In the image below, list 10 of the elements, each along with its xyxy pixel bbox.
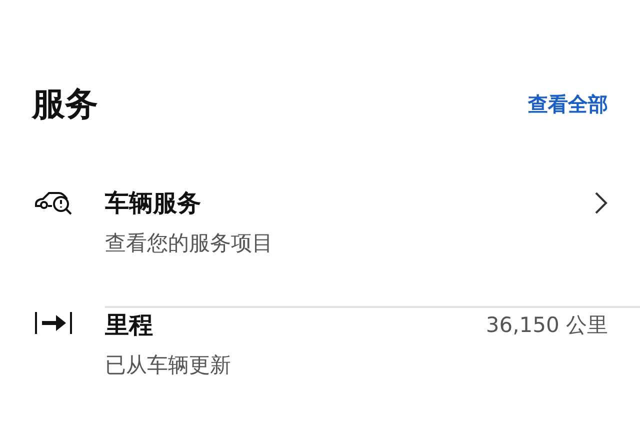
item-subtitle: 已从车辆更新 <box>105 352 232 379</box>
item-title: 里程 <box>105 310 153 341</box>
car-search-icon <box>34 189 74 215</box>
view-all-link[interactable]: 查看全部 <box>528 90 608 118</box>
item-title: 车辆服务 <box>105 188 201 219</box>
chevron-right-icon[interactable] <box>594 191 608 215</box>
section-title: 服务 <box>32 82 98 124</box>
mileage-value: 36,150 公里 <box>486 312 608 339</box>
arrow-to-bar-icon <box>34 311 74 335</box>
item-subtitle: 查看您的服务项目 <box>105 230 274 257</box>
